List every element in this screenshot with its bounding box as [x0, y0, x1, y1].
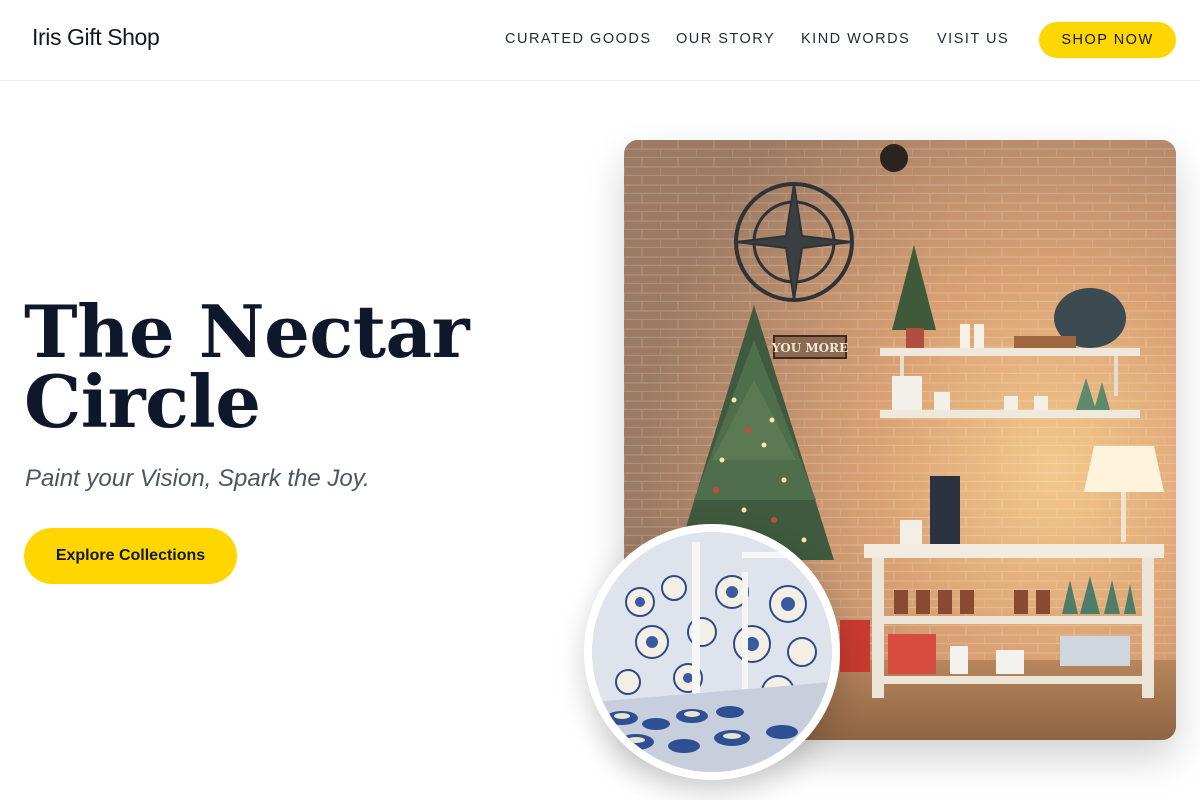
shop-now-button[interactable]: SHOP NOW — [1039, 22, 1176, 58]
nav-kind-words[interactable]: KIND WORDS — [801, 31, 910, 47]
main-nav: CURATED GOODS OUR STORY KIND WORDS VISIT… — [0, 31, 1200, 51]
explore-collections-button[interactable]: Explore Collections — [24, 528, 237, 584]
nav-visit-us[interactable]: VISIT US — [937, 31, 1009, 47]
compass-wall-decor — [734, 182, 854, 302]
wall-sign-text: YOU MORE — [771, 341, 849, 355]
nav-our-story[interactable]: OUR STORY — [676, 31, 775, 47]
pottery-shelves-photo — [584, 524, 840, 780]
hero-title: The Nectar Circle — [24, 289, 484, 444]
hero-title-line-2: Circle — [24, 359, 261, 444]
hero-title-line-1: The Nectar — [24, 289, 470, 374]
hero-tagline: Paint your Vision, Spark the Joy. — [25, 465, 370, 492]
site-header: Iris Gift Shop CURATED GOODS OUR STORY K… — [0, 0, 1200, 81]
nav-curated-goods[interactable]: CURATED GOODS — [505, 31, 652, 47]
